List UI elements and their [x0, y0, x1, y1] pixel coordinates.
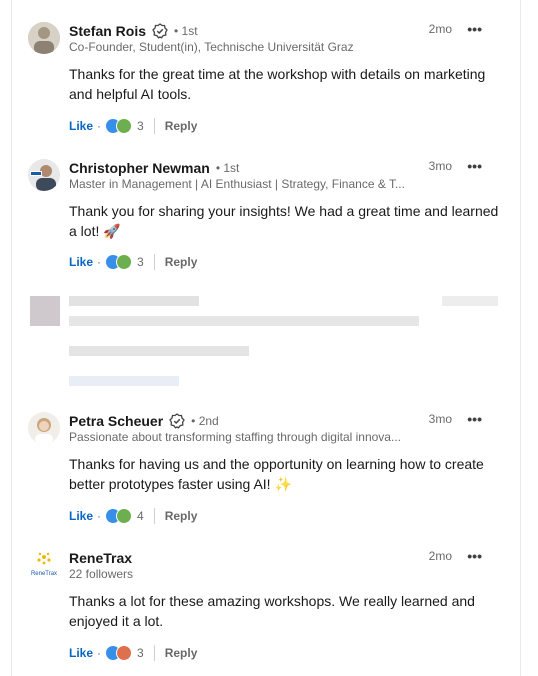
blurred-line	[69, 316, 419, 326]
comment-actions: Like · 3 Reply	[69, 254, 197, 270]
comment-actions: Like · 3 Reply	[69, 645, 197, 661]
reply-button[interactable]: Reply	[165, 255, 198, 269]
reaction-count[interactable]: 3	[137, 119, 144, 133]
author-headline: Co-Founder, Student(in), Technische Univ…	[69, 40, 354, 54]
divider	[153, 645, 155, 661]
reaction-count[interactable]: 3	[137, 255, 144, 269]
connection-degree: • 1st	[174, 24, 198, 38]
separator-dot: ·	[97, 509, 102, 523]
timestamp: 3mo	[428, 412, 452, 426]
divider	[153, 118, 155, 134]
avatar[interactable]	[28, 412, 60, 444]
avatar-photo-icon	[28, 412, 60, 444]
blurred-line	[442, 296, 498, 306]
avatar-photo-icon	[28, 159, 60, 191]
like-button[interactable]: Like	[69, 255, 93, 269]
company-logo[interactable]: ReneTrax	[28, 549, 60, 581]
like-button[interactable]: Like	[69, 646, 93, 660]
like-button[interactable]: Like	[69, 119, 93, 133]
divider	[153, 508, 155, 524]
author-name[interactable]: ReneTrax	[69, 550, 132, 566]
avatar[interactable]	[28, 22, 60, 54]
comment-text: Thanks for the great time at the worksho…	[69, 66, 486, 102]
timestamp: 3mo	[428, 159, 452, 173]
verified-icon	[169, 413, 185, 429]
separator-dot: ·	[97, 255, 102, 269]
divider	[153, 254, 155, 270]
blurred-avatar	[30, 296, 60, 326]
author-name[interactable]: Petra Scheuer	[69, 413, 163, 429]
reply-button[interactable]: Reply	[165, 509, 198, 523]
blurred-line	[69, 296, 199, 306]
reply-button[interactable]: Reply	[165, 119, 198, 133]
connection-degree: • 2nd	[191, 414, 219, 428]
comment-text: Thank you for sharing your insights! We …	[69, 203, 499, 239]
blurred-line	[69, 346, 249, 356]
verified-icon	[152, 23, 168, 39]
reply-button[interactable]: Reply	[165, 646, 198, 660]
author-headline: Passionate about transforming staffing t…	[69, 430, 401, 444]
avatar[interactable]	[28, 159, 60, 191]
comment-actions: Like · 4 Reply	[69, 508, 197, 524]
avatar-photo-icon	[28, 22, 60, 54]
more-options-button[interactable]: •••	[467, 21, 482, 37]
author-headline: Master in Management | AI Enthusiast | S…	[69, 177, 405, 191]
logo-text: ReneTrax	[31, 571, 57, 577]
comment-text: Thanks for having us and the opportunity…	[69, 456, 484, 492]
reactions-icon[interactable]	[105, 254, 133, 270]
comments-card: Stefan Rois • 1st Co-Founder, Student(in…	[11, 0, 521, 676]
timestamp: 2mo	[428, 22, 452, 36]
renetrax-logo-icon: ReneTrax	[31, 552, 57, 577]
follower-count: 22 followers	[69, 567, 134, 581]
more-options-button[interactable]: •••	[467, 158, 482, 174]
reaction-count[interactable]: 4	[137, 509, 144, 523]
separator-dot: ·	[97, 119, 102, 133]
author-name[interactable]: Stefan Rois	[69, 23, 146, 39]
reactions-icon[interactable]	[105, 508, 133, 524]
timestamp: 2mo	[428, 549, 452, 563]
reaction-count[interactable]: 3	[137, 646, 144, 660]
like-button[interactable]: Like	[69, 509, 93, 523]
more-options-button[interactable]: •••	[467, 548, 482, 564]
author-name[interactable]: Christopher Newman	[69, 160, 210, 176]
comment-actions: Like · 3 Reply	[69, 118, 197, 134]
connection-degree: • 1st	[215, 161, 240, 175]
separator-dot: ·	[97, 646, 102, 660]
blurred-line	[69, 376, 179, 386]
reactions-icon[interactable]	[105, 118, 133, 134]
more-options-button[interactable]: •••	[467, 411, 482, 427]
comment-text: Thanks a lot for these amazing workshops…	[69, 593, 475, 629]
reactions-icon[interactable]	[105, 645, 133, 661]
